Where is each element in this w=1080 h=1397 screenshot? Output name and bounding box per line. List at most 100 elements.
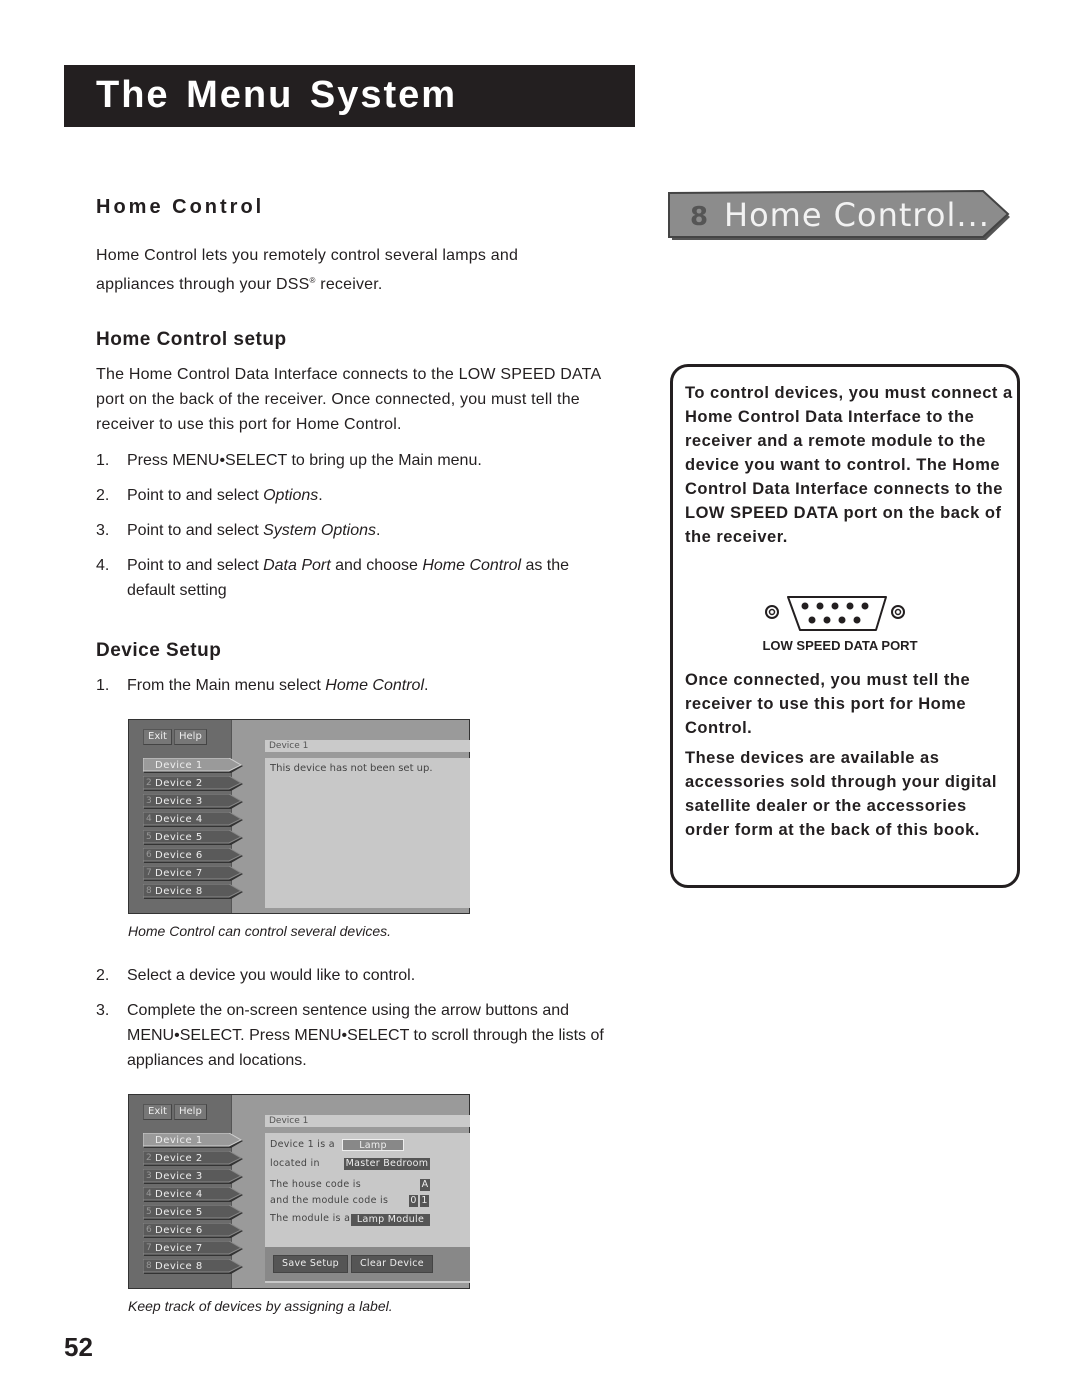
device-list-item[interactable]: 7 Device 7 <box>143 866 245 881</box>
device-label: Device 4 <box>155 1189 203 1200</box>
device-number-icon: 7 <box>146 1243 152 1253</box>
device-label: Device 8 <box>155 1261 203 1272</box>
device-number-icon: 1 <box>146 760 152 770</box>
help-button[interactable]: Help <box>174 729 207 745</box>
device-list-item[interactable]: 4 Device 4 <box>143 812 245 827</box>
banner-number-icon: 8 <box>690 202 709 232</box>
device-number-icon: 8 <box>146 1261 152 1271</box>
step-text-end: . <box>376 522 381 539</box>
step-emphasis: System Options <box>263 522 377 539</box>
screen-device-setup: Exit Help 1 Device 1 2 Device 2 3 Device 3 4 De… <box>128 1094 470 1289</box>
step-text-main: From the Main menu select <box>127 677 326 694</box>
intro-line-1: Home Control lets you remotely control s… <box>96 247 519 264</box>
module-code-label: and the module code is <box>270 1195 389 1206</box>
section-heading-home-control: Home Control <box>96 196 265 218</box>
step-text: From the Main menu select Home Control. <box>127 673 636 698</box>
chapter-title-bar: The Menu System <box>64 65 635 127</box>
device-number-icon: 6 <box>146 1225 152 1235</box>
step-text: Point to and select Data Port and choose… <box>127 553 616 603</box>
step-text-main: Point to and select <box>127 557 264 574</box>
step-text-main: Point to and select <box>127 487 264 504</box>
device-label: Device 3 <box>155 1171 203 1182</box>
device-list-item[interactable]: 2 Device 2 <box>143 776 245 791</box>
house-code-select[interactable]: A <box>420 1179 430 1191</box>
device-label: Device 1 <box>155 760 203 771</box>
device-label: Device 7 <box>155 868 203 879</box>
step-text: Select a device you would like to contro… <box>127 967 416 984</box>
step-number: 3. <box>96 1002 110 1019</box>
device-list-item[interactable]: 6 Device 6 <box>143 848 245 863</box>
module-code-digit-1[interactable]: 0 <box>409 1195 418 1207</box>
intro-line-2: appliances through your DSS <box>96 276 310 293</box>
device-list-item[interactable]: 7 Device 7 <box>143 1241 245 1256</box>
device-number-icon: 2 <box>146 1153 152 1163</box>
device-step-2: 2. Select a device you would like to con… <box>96 963 636 988</box>
help-button[interactable]: Help <box>174 1104 207 1120</box>
setup-step-1: 1. Press MENU•SELECT to bring up the Mai… <box>96 448 636 473</box>
screen-body: This device has not been set up. <box>265 758 470 908</box>
device-number-icon: 1 <box>146 1135 152 1145</box>
intro-paragraph: Home Control lets you remotely control s… <box>96 243 616 297</box>
setup-paragraph: The Home Control Data Interface connects… <box>96 366 601 433</box>
step-number: 1. <box>96 677 110 694</box>
step-number: 3. <box>96 522 110 539</box>
device-list-item[interactable]: 5 Device 5 <box>143 830 245 845</box>
device-list-item[interactable]: 3 Device 3 <box>143 794 245 809</box>
clear-device-button[interactable]: Clear Device <box>351 1255 433 1273</box>
step-text: Press MENU•SELECT to bring up the Main m… <box>127 448 636 473</box>
intro-line-2-end: receiver. <box>315 276 383 293</box>
device-number-icon: 3 <box>146 796 152 806</box>
device-number-icon: 7 <box>146 868 152 878</box>
step-emphasis-2: Home Control <box>422 557 522 574</box>
setup-step-4: 4. Point to and select Data Port and cho… <box>96 553 616 603</box>
device-list-item[interactable]: 6 Device 6 <box>143 1223 245 1238</box>
device-number-icon: 4 <box>146 1189 152 1199</box>
device-label: Device 3 <box>155 796 203 807</box>
device-list-item[interactable]: 8 Device 8 <box>143 1259 245 1274</box>
caption-screen-2: Keep track of devices by assigning a lab… <box>128 1298 393 1314</box>
device-type-select[interactable]: Lamp <box>342 1139 404 1151</box>
device-label: Device 5 <box>155 832 203 843</box>
device-number-icon: 4 <box>146 814 152 824</box>
device-list-item[interactable]: 5 Device 5 <box>143 1205 245 1220</box>
device-list-item[interactable]: 1 Device 1 <box>143 1133 245 1148</box>
step-text-mid: and choose <box>330 557 423 574</box>
device-number-icon: 6 <box>146 850 152 860</box>
note-paragraph-1: To control devices, you must connect a H… <box>685 384 1013 546</box>
module-type-select[interactable]: Lamp Module <box>351 1214 430 1226</box>
step-text-end: . <box>424 677 429 694</box>
page-number: 52 <box>64 1332 93 1362</box>
caption-screen-1: Home Control can control several devices… <box>128 923 392 939</box>
device-number-icon: 2 <box>146 778 152 788</box>
note-paragraph-3: These devices are available as accessori… <box>685 749 997 839</box>
device-number-icon: 5 <box>146 832 152 842</box>
device-label: Device 6 <box>155 850 203 861</box>
banner-label: Home Control... <box>724 196 990 234</box>
step-number: 4. <box>96 557 110 574</box>
save-setup-button[interactable]: Save Setup <box>273 1255 348 1273</box>
location-select[interactable]: Master Bedroom <box>344 1158 430 1170</box>
setup-step-2: 2. Point to and select Options. <box>96 483 636 508</box>
device-list-item[interactable]: 4 Device 4 <box>143 1187 245 1202</box>
setup-step-3: 3. Point to and select System Options. <box>96 518 636 543</box>
device-list-item[interactable]: 8 Device 8 <box>143 884 245 899</box>
screen-device-list: Exit Help 1 Device 1 2 Device 2 3 Device 3 4 De… <box>128 719 470 914</box>
device-step-1: 1. From the Main menu select Home Contro… <box>96 673 636 698</box>
exit-button[interactable]: Exit <box>143 729 172 745</box>
step-emphasis: Data Port <box>263 557 331 574</box>
step-text-main: Point to and select <box>127 522 264 539</box>
module-code-digit-2[interactable]: 1 <box>420 1195 429 1207</box>
step-text: Point to and select Options. <box>127 483 636 508</box>
step-number: 1. <box>96 452 110 469</box>
device-type-label: Device 1 is a <box>270 1139 335 1150</box>
step-text-main: Press MENU•SELECT to bring up the Main m… <box>127 452 482 469</box>
device-number-icon: 8 <box>146 886 152 896</box>
device-list-item[interactable]: 3 Device 3 <box>143 1169 245 1184</box>
device-label: Device 2 <box>155 778 203 789</box>
device-list-item[interactable]: 2 Device 2 <box>143 1151 245 1166</box>
exit-button[interactable]: Exit <box>143 1104 172 1120</box>
screen-footer: Save Setup Clear Device <box>265 1247 470 1281</box>
device-list-item[interactable]: 1 Device 1 <box>143 758 245 773</box>
step-text-end: . <box>318 487 323 504</box>
home-control-menu-banner: 8 Home Control... <box>668 190 1014 244</box>
